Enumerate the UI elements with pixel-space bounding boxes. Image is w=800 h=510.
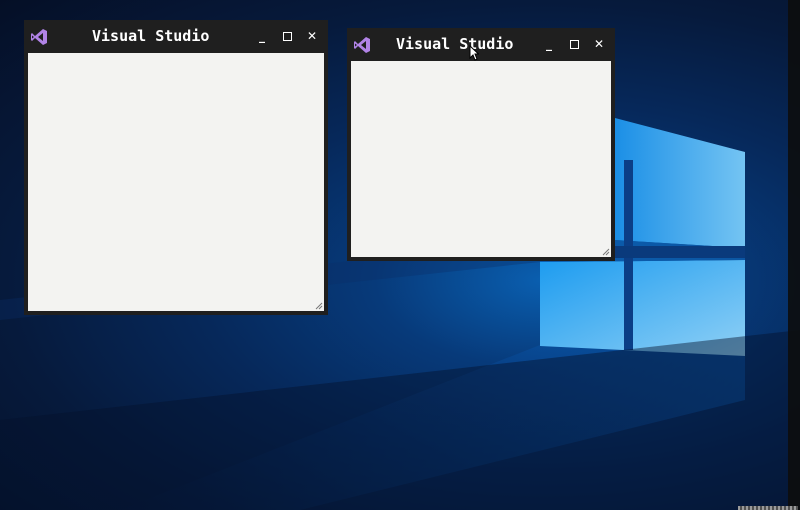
resize-grip-icon[interactable] bbox=[315, 302, 323, 310]
minimize-button[interactable]: _ bbox=[252, 27, 272, 45]
close-button[interactable]: ✕ bbox=[302, 27, 322, 45]
desktop: Visual Studio _ ✕ Visual Studio _ ✕ bbox=[0, 0, 800, 510]
window-title: Visual Studio bbox=[396, 35, 514, 53]
minimize-button[interactable]: _ bbox=[539, 35, 559, 53]
visual-studio-logo-icon bbox=[31, 29, 47, 45]
window-client-area[interactable] bbox=[28, 53, 324, 311]
title-bar[interactable]: Visual Studio _ ✕ bbox=[24, 20, 328, 52]
maximize-button[interactable] bbox=[277, 27, 297, 45]
maximize-button[interactable] bbox=[564, 35, 584, 53]
resize-grip-icon[interactable] bbox=[602, 248, 610, 256]
window-client-area[interactable] bbox=[351, 61, 611, 257]
visual-studio-window-1[interactable]: Visual Studio _ ✕ bbox=[24, 20, 328, 315]
window-title: Visual Studio bbox=[92, 27, 210, 45]
visual-studio-window-2[interactable]: Visual Studio _ ✕ bbox=[347, 28, 615, 261]
maximize-icon bbox=[282, 32, 292, 41]
close-button[interactable]: ✕ bbox=[589, 35, 609, 53]
maximize-icon bbox=[569, 40, 579, 49]
title-bar[interactable]: Visual Studio _ ✕ bbox=[347, 28, 615, 60]
mouse-cursor-icon bbox=[469, 45, 479, 61]
show-desktop-strip[interactable] bbox=[738, 506, 798, 510]
visual-studio-logo-icon bbox=[354, 37, 370, 53]
